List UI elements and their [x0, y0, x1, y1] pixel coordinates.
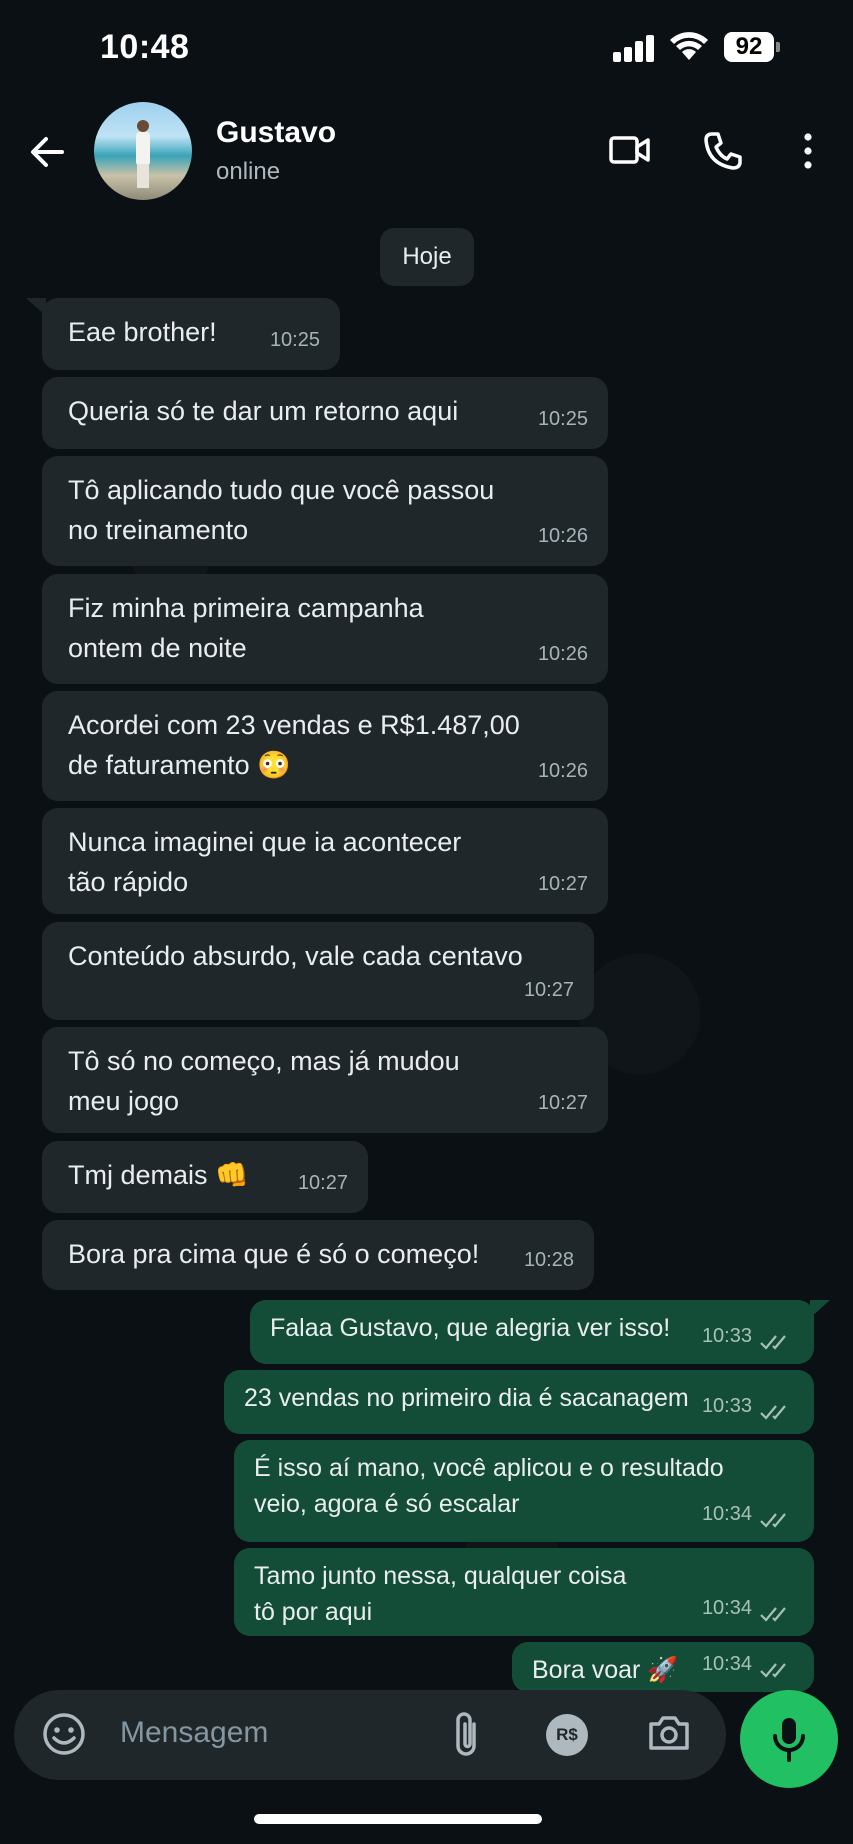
status-time: 10:48: [100, 28, 190, 66]
message-text: Fiz minha primeira campanha ontem de noi…: [68, 593, 424, 663]
message-time: 10:25: [537, 408, 588, 430]
message-input-bar[interactable]: Mensagem R$: [14, 1690, 726, 1780]
double-check-icon: [760, 1607, 786, 1622]
battery-tip: [776, 42, 780, 52]
incoming-message[interactable]: Queria só te dar um retorno aqui 10:25: [42, 377, 608, 449]
battery-level: 92: [724, 32, 774, 62]
attach-icon[interactable]: [448, 1710, 484, 1760]
back-arrow-icon[interactable]: [26, 131, 68, 173]
contact-status: online: [216, 158, 281, 185]
outgoing-message[interactable]: É isso aí mano, você aplicou e o resulta…: [234, 1440, 814, 1542]
contact-name[interactable]: Gustavo: [216, 116, 336, 150]
payment-icon[interactable]: R$: [546, 1714, 588, 1756]
outgoing-message[interactable]: Falaa Gustavo, que alegria ver isso! 10:…: [250, 1300, 814, 1364]
home-indicator: [254, 1814, 542, 1824]
mic-icon: [773, 1718, 805, 1762]
message-time: 10:28: [523, 1249, 574, 1271]
message-text: Acordei com 23 vendas e R$1.487,00 de fa…: [68, 710, 520, 780]
incoming-message[interactable]: Conteúdo absurdo, vale cada centavo 10:2…: [42, 922, 594, 1020]
message-time: 10:33: [701, 1325, 752, 1347]
message-time: 10:26: [537, 760, 588, 782]
message-text: Queria só te dar um retorno aqui: [68, 396, 459, 426]
message-time: 10:27: [537, 873, 588, 895]
message-time: 10:26: [537, 525, 588, 547]
message-time: 10:34: [701, 1653, 752, 1675]
message-text: Tô só no começo, mas já mudou meu jogo: [68, 1046, 460, 1116]
signal-icon: [613, 34, 657, 62]
message-text: Tô aplicando tudo que você passou no tre…: [68, 475, 495, 545]
more-vert-icon[interactable]: [798, 130, 818, 172]
emoji-icon[interactable]: [40, 1710, 88, 1758]
camera-icon[interactable]: [646, 1710, 692, 1756]
double-check-icon: [760, 1405, 786, 1420]
double-check-icon: [760, 1513, 786, 1528]
double-check-icon: [760, 1335, 786, 1350]
message-time: 10:34: [701, 1597, 752, 1619]
wifi-icon: [670, 32, 708, 60]
mic-button[interactable]: [740, 1690, 838, 1788]
message-input[interactable]: Mensagem: [120, 1716, 268, 1750]
message-time: 10:27: [523, 979, 574, 1001]
incoming-message[interactable]: Acordei com 23 vendas e R$1.487,00 de fa…: [42, 691, 608, 801]
phone-icon[interactable]: [702, 130, 744, 172]
double-check-icon: [760, 1663, 786, 1678]
incoming-message[interactable]: Eae brother! 10:25: [42, 298, 340, 370]
date-chip: Hoje: [380, 228, 474, 286]
message-text: Bora voar 🚀: [532, 1656, 679, 1684]
chat-header: Gustavo online: [0, 96, 853, 206]
message-time: 10:27: [537, 1092, 588, 1114]
status-bar: 10:48 92: [0, 0, 853, 96]
outgoing-message[interactable]: 23 vendas no primeiro dia é sacanagem 10…: [224, 1370, 814, 1434]
message-time: 10:34: [701, 1503, 752, 1525]
message-text: Conteúdo absurdo, vale cada centavo: [68, 941, 523, 971]
incoming-message[interactable]: Tô aplicando tudo que você passou no tre…: [42, 456, 608, 566]
message-time: 10:26: [537, 643, 588, 665]
incoming-message[interactable]: Fiz minha primeira campanha ontem de noi…: [42, 574, 608, 684]
incoming-message[interactable]: Bora pra cima que é só o começo! 10:28: [42, 1220, 594, 1290]
incoming-message[interactable]: Tmj demais 👊 10:27: [42, 1141, 368, 1213]
incoming-message[interactable]: Tô só no começo, mas já mudou meu jogo 1…: [42, 1027, 608, 1133]
incoming-message[interactable]: Nunca imaginei que ia acontecer tão rápi…: [42, 808, 608, 914]
message-time: 10:27: [297, 1172, 348, 1194]
avatar[interactable]: [94, 102, 192, 200]
message-time: 10:25: [269, 329, 320, 351]
video-call-icon[interactable]: [608, 130, 652, 170]
message-text: Nunca imaginei que ia acontecer tão rápi…: [68, 827, 462, 897]
outgoing-message[interactable]: Tamo junto nessa, qualquer coisa tô por …: [234, 1548, 814, 1636]
message-time: 10:33: [701, 1395, 752, 1417]
outgoing-message[interactable]: Bora voar 🚀 10:34: [512, 1642, 814, 1692]
message-text: Bora pra cima que é só o começo!: [68, 1239, 480, 1269]
